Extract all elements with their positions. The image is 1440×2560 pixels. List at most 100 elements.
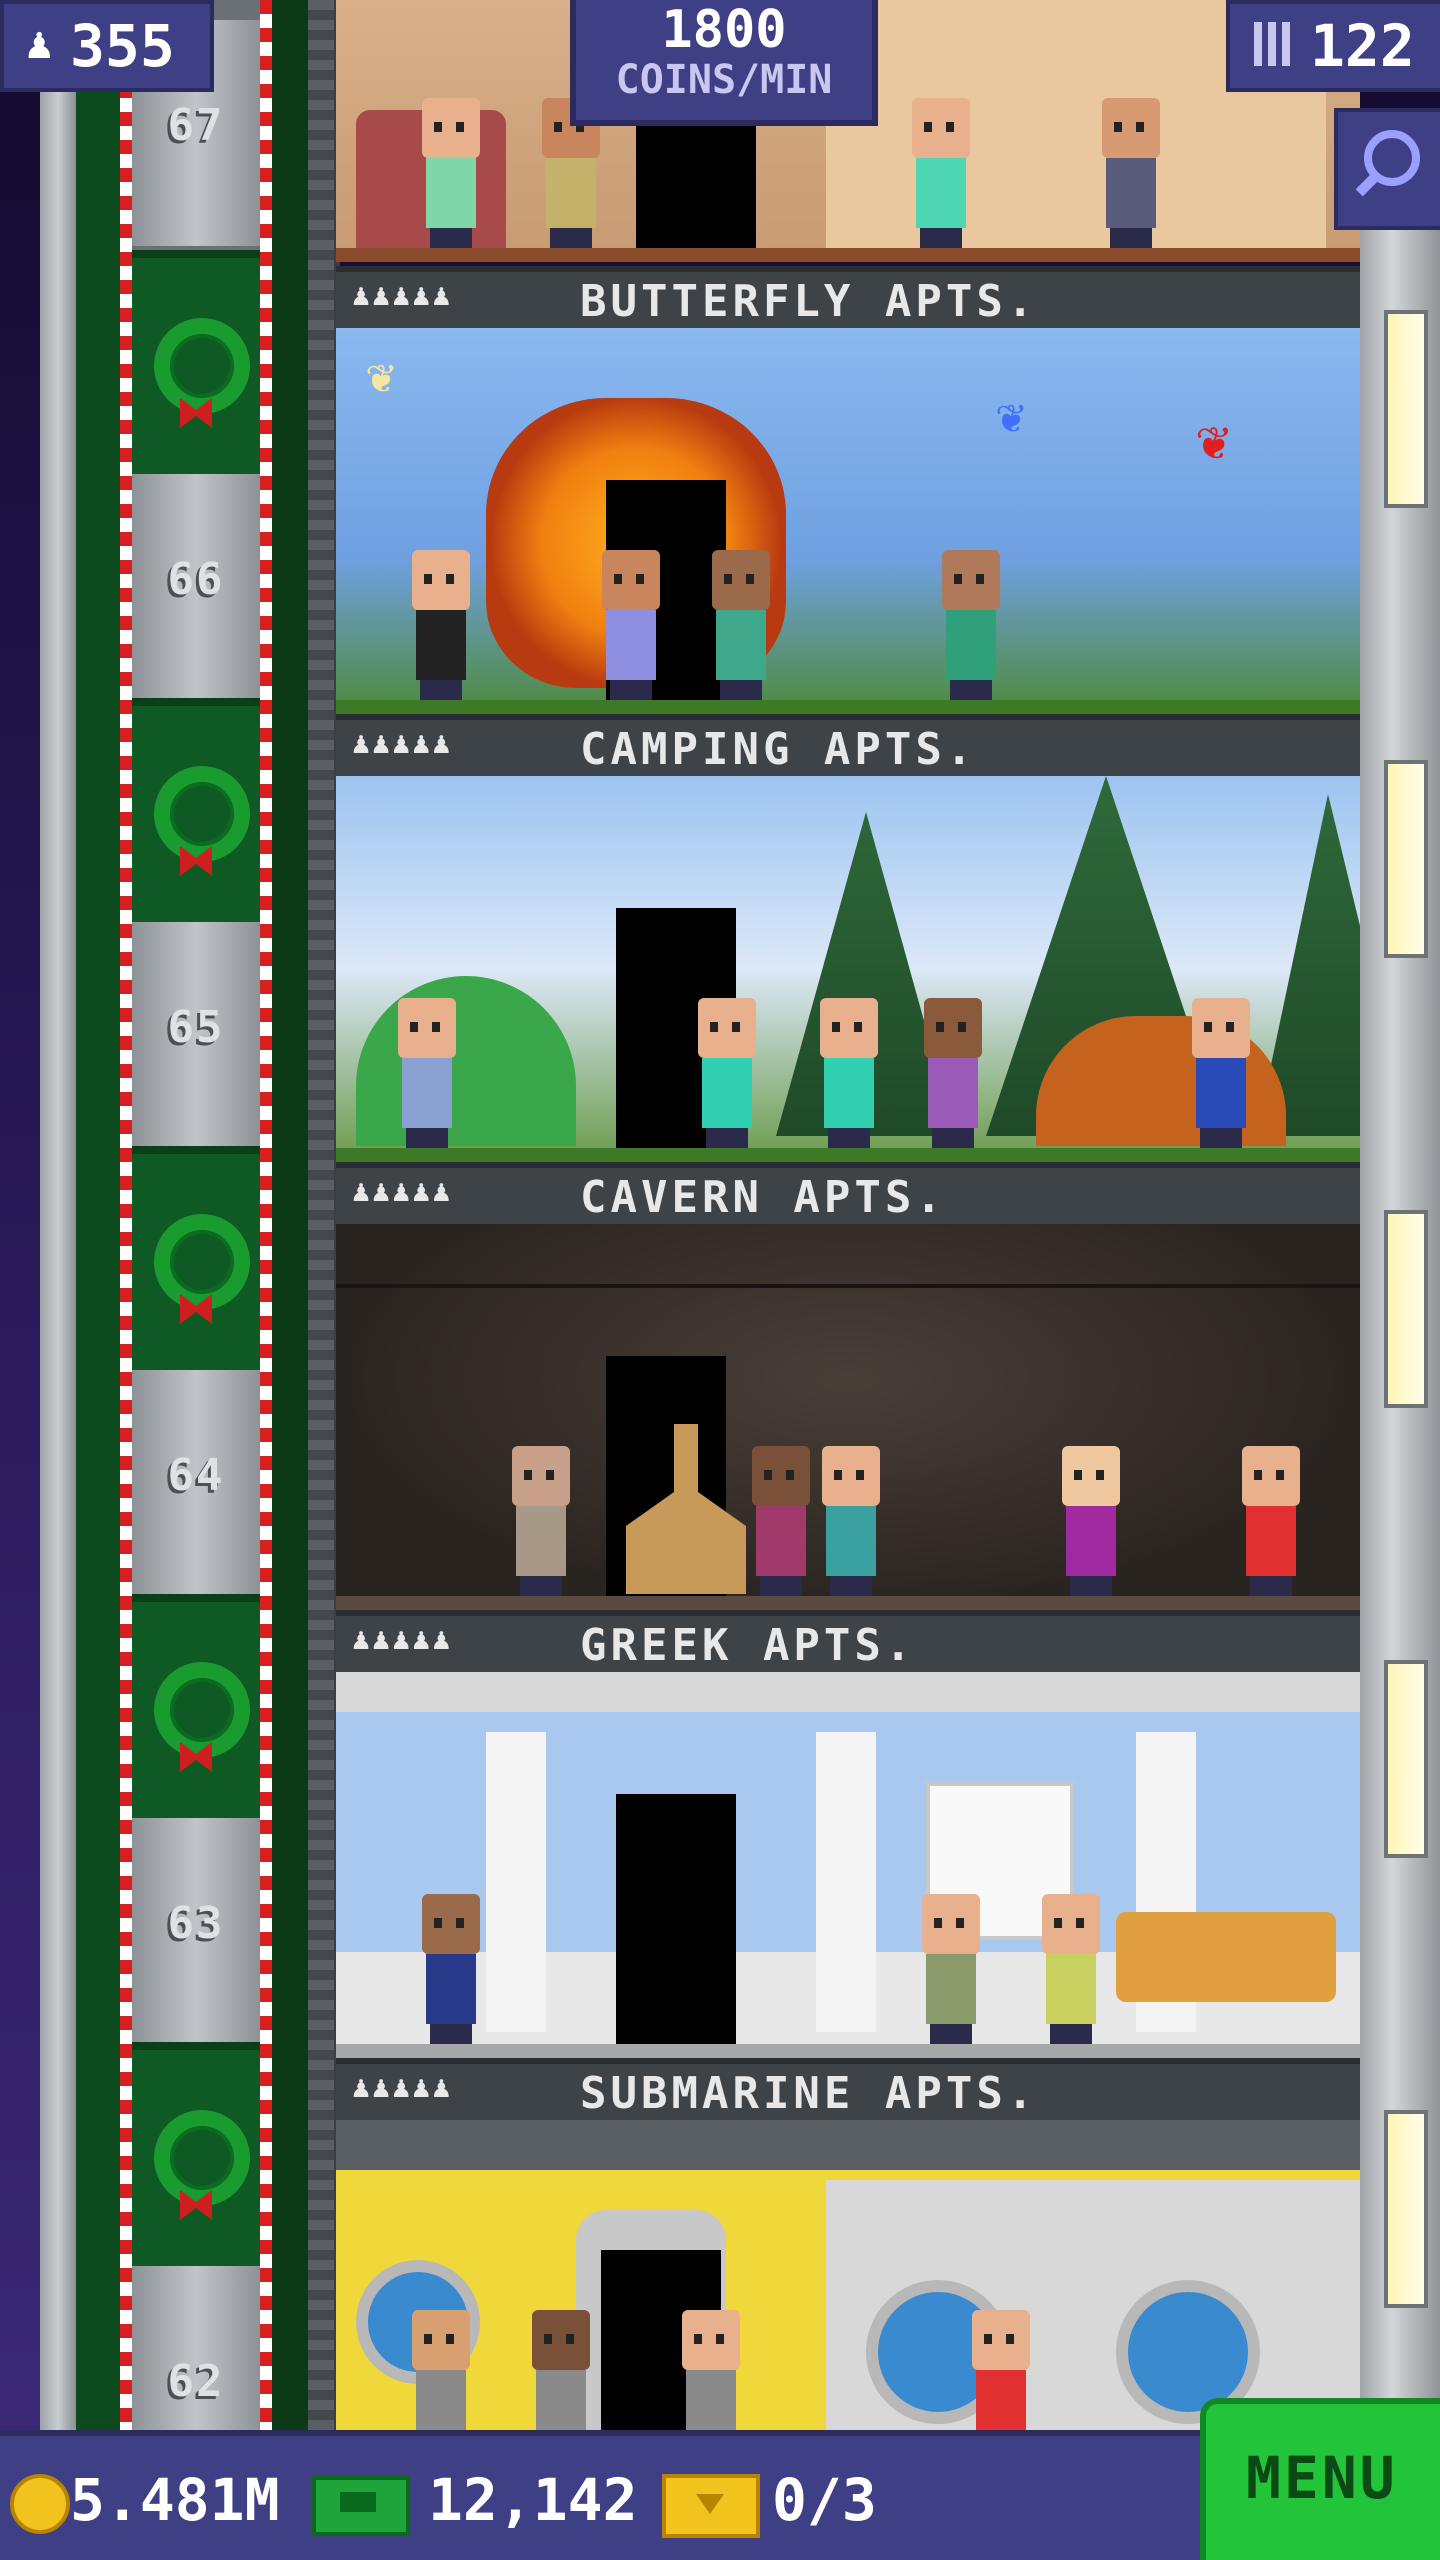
room-floor — [336, 700, 1360, 714]
elevator-floor-65[interactable]: 65 — [132, 922, 260, 1146]
wreath-icon — [132, 1146, 260, 1378]
menu-button[interactable]: MENU — [1200, 2398, 1440, 2560]
tent — [356, 976, 576, 1146]
people-icon: ♟♟♟♟♟ — [352, 278, 453, 313]
resident[interactable] — [596, 550, 666, 700]
ticket-icon[interactable] — [662, 2474, 760, 2538]
elevator-floor-62[interactable]: 62 — [132, 2266, 260, 2430]
zoom-button[interactable] — [1334, 108, 1440, 230]
room-cavern[interactable] — [336, 1224, 1360, 1610]
room-floor — [336, 1596, 1360, 1610]
coin-icon — [10, 2474, 70, 2534]
butterfly-icon: ❦ — [366, 348, 395, 404]
wall-light — [1384, 1660, 1428, 1858]
floor-counter[interactable]: 122 — [1226, 0, 1440, 92]
resident[interactable] — [1236, 1446, 1306, 1596]
resident[interactable] — [676, 2310, 746, 2430]
resident[interactable] — [692, 998, 762, 1148]
room-floor — [336, 1148, 1360, 1162]
room-camping[interactable] — [336, 776, 1360, 1162]
cash-icon[interactable] — [312, 2476, 410, 2536]
floor-name: CAMPING APTS. — [580, 724, 977, 775]
bux-value: 12,142 — [428, 2466, 638, 2534]
floor-name: BUTTERFLY APTS. — [580, 276, 1038, 327]
resident[interactable] — [906, 98, 976, 248]
floor-number: 63 — [167, 1898, 225, 1949]
population-counter[interactable]: ♟ 355 — [0, 0, 214, 92]
resident[interactable] — [506, 1446, 576, 1596]
people-icon: ♟♟♟♟♟ — [352, 1622, 453, 1657]
butterfly-icon: ❦ — [1196, 408, 1230, 473]
floor-number: 65 — [167, 1002, 225, 1053]
wreath-icon — [132, 250, 260, 482]
resident[interactable] — [1036, 1894, 1106, 2044]
floor-number: 67 — [167, 100, 225, 151]
game-viewport[interactable]: 67 66 65 64 63 62 ♟♟♟♟♟ BUTTERFLY APTS. — [0, 0, 1440, 2560]
wreath-icon — [132, 2042, 260, 2274]
resident[interactable] — [706, 550, 776, 700]
population-value: 355 — [70, 12, 175, 80]
coins-value: 5.481M — [70, 2466, 280, 2534]
resident[interactable] — [916, 1894, 986, 2044]
floor-name: SUBMARINE APTS. — [580, 2068, 1038, 2119]
room-door[interactable] — [616, 1794, 736, 2044]
floor-number: 64 — [167, 1450, 225, 1501]
room-submarine[interactable] — [336, 2120, 1360, 2430]
floor-count-value: 122 — [1310, 12, 1415, 80]
greek-column — [486, 1732, 546, 2032]
coins-per-min-panel: 1800 COINS/MIN — [570, 0, 878, 126]
floor-label: ♟♟♟♟♟ CAVERN APTS. — [336, 1162, 1360, 1224]
person-icon: ♟ — [26, 18, 53, 69]
people-icon: ♟♟♟♟♟ — [352, 1174, 453, 1209]
resident[interactable] — [1186, 998, 1256, 1148]
floor-number: 62 — [167, 2356, 225, 2407]
wreath-icon — [132, 1594, 260, 1826]
floor-name: CAVERN APTS. — [580, 1172, 946, 1223]
resident[interactable] — [966, 2310, 1036, 2430]
room-greek[interactable] — [336, 1672, 1360, 2058]
resident[interactable] — [936, 550, 1006, 700]
elevator-rail-right — [272, 0, 308, 2430]
resident[interactable] — [1096, 98, 1166, 248]
tickets-value: 0/3 — [772, 2466, 877, 2534]
menu-label: MENU — [1246, 2444, 1398, 2512]
resident[interactable] — [392, 998, 462, 1148]
resident[interactable] — [416, 1894, 486, 2044]
string-lights — [336, 1284, 1360, 1288]
resident[interactable] — [816, 1446, 886, 1596]
floor-label: ♟♟♟♟♟ GREEK APTS. — [336, 1610, 1360, 1672]
resident[interactable] — [814, 998, 884, 1148]
elevator-cable — [308, 0, 334, 2430]
wall-light — [1384, 1210, 1428, 1408]
room-door[interactable] — [636, 108, 756, 248]
floor-number: 66 — [167, 554, 225, 605]
resident[interactable] — [406, 2310, 476, 2430]
room-butterfly[interactable]: ❦ ❦ ❦ — [336, 328, 1360, 714]
resident[interactable] — [416, 98, 486, 248]
floor-label: ♟♟♟♟♟ CAMPING APTS. — [336, 714, 1360, 776]
wall-light — [1384, 310, 1428, 508]
wall-light — [1384, 2110, 1428, 2308]
floor-label: ♟♟♟♟♟ SUBMARINE APTS. — [336, 2058, 1360, 2120]
greek-column — [816, 1732, 876, 2032]
building-icon — [1254, 22, 1294, 66]
wall-light — [1384, 760, 1428, 958]
people-icon: ♟♟♟♟♟ — [352, 726, 453, 761]
people-icon: ♟♟♟♟♟ — [352, 2070, 453, 2105]
floor-name: GREEK APTS. — [580, 1620, 916, 1671]
wreath-icon — [132, 698, 260, 930]
building-right-wall — [1360, 230, 1440, 2430]
resident[interactable] — [746, 1446, 816, 1596]
resident[interactable] — [1056, 1446, 1126, 1596]
resident[interactable] — [918, 998, 988, 1148]
coins-per-min-label: COINS/MIN — [615, 57, 833, 103]
elevator-floor-63[interactable]: 63 — [132, 1818, 260, 2042]
resident[interactable] — [406, 550, 476, 700]
elevator-floor-66[interactable]: 66 — [132, 474, 260, 698]
sofa — [1116, 1912, 1336, 2002]
butterfly-icon: ❦ — [996, 388, 1025, 444]
elevator-floor-64[interactable]: 64 — [132, 1370, 260, 1594]
elevator-garland — [76, 0, 126, 2430]
resident[interactable] — [526, 2310, 596, 2430]
coins-per-min-value: 1800 — [661, 0, 787, 60]
